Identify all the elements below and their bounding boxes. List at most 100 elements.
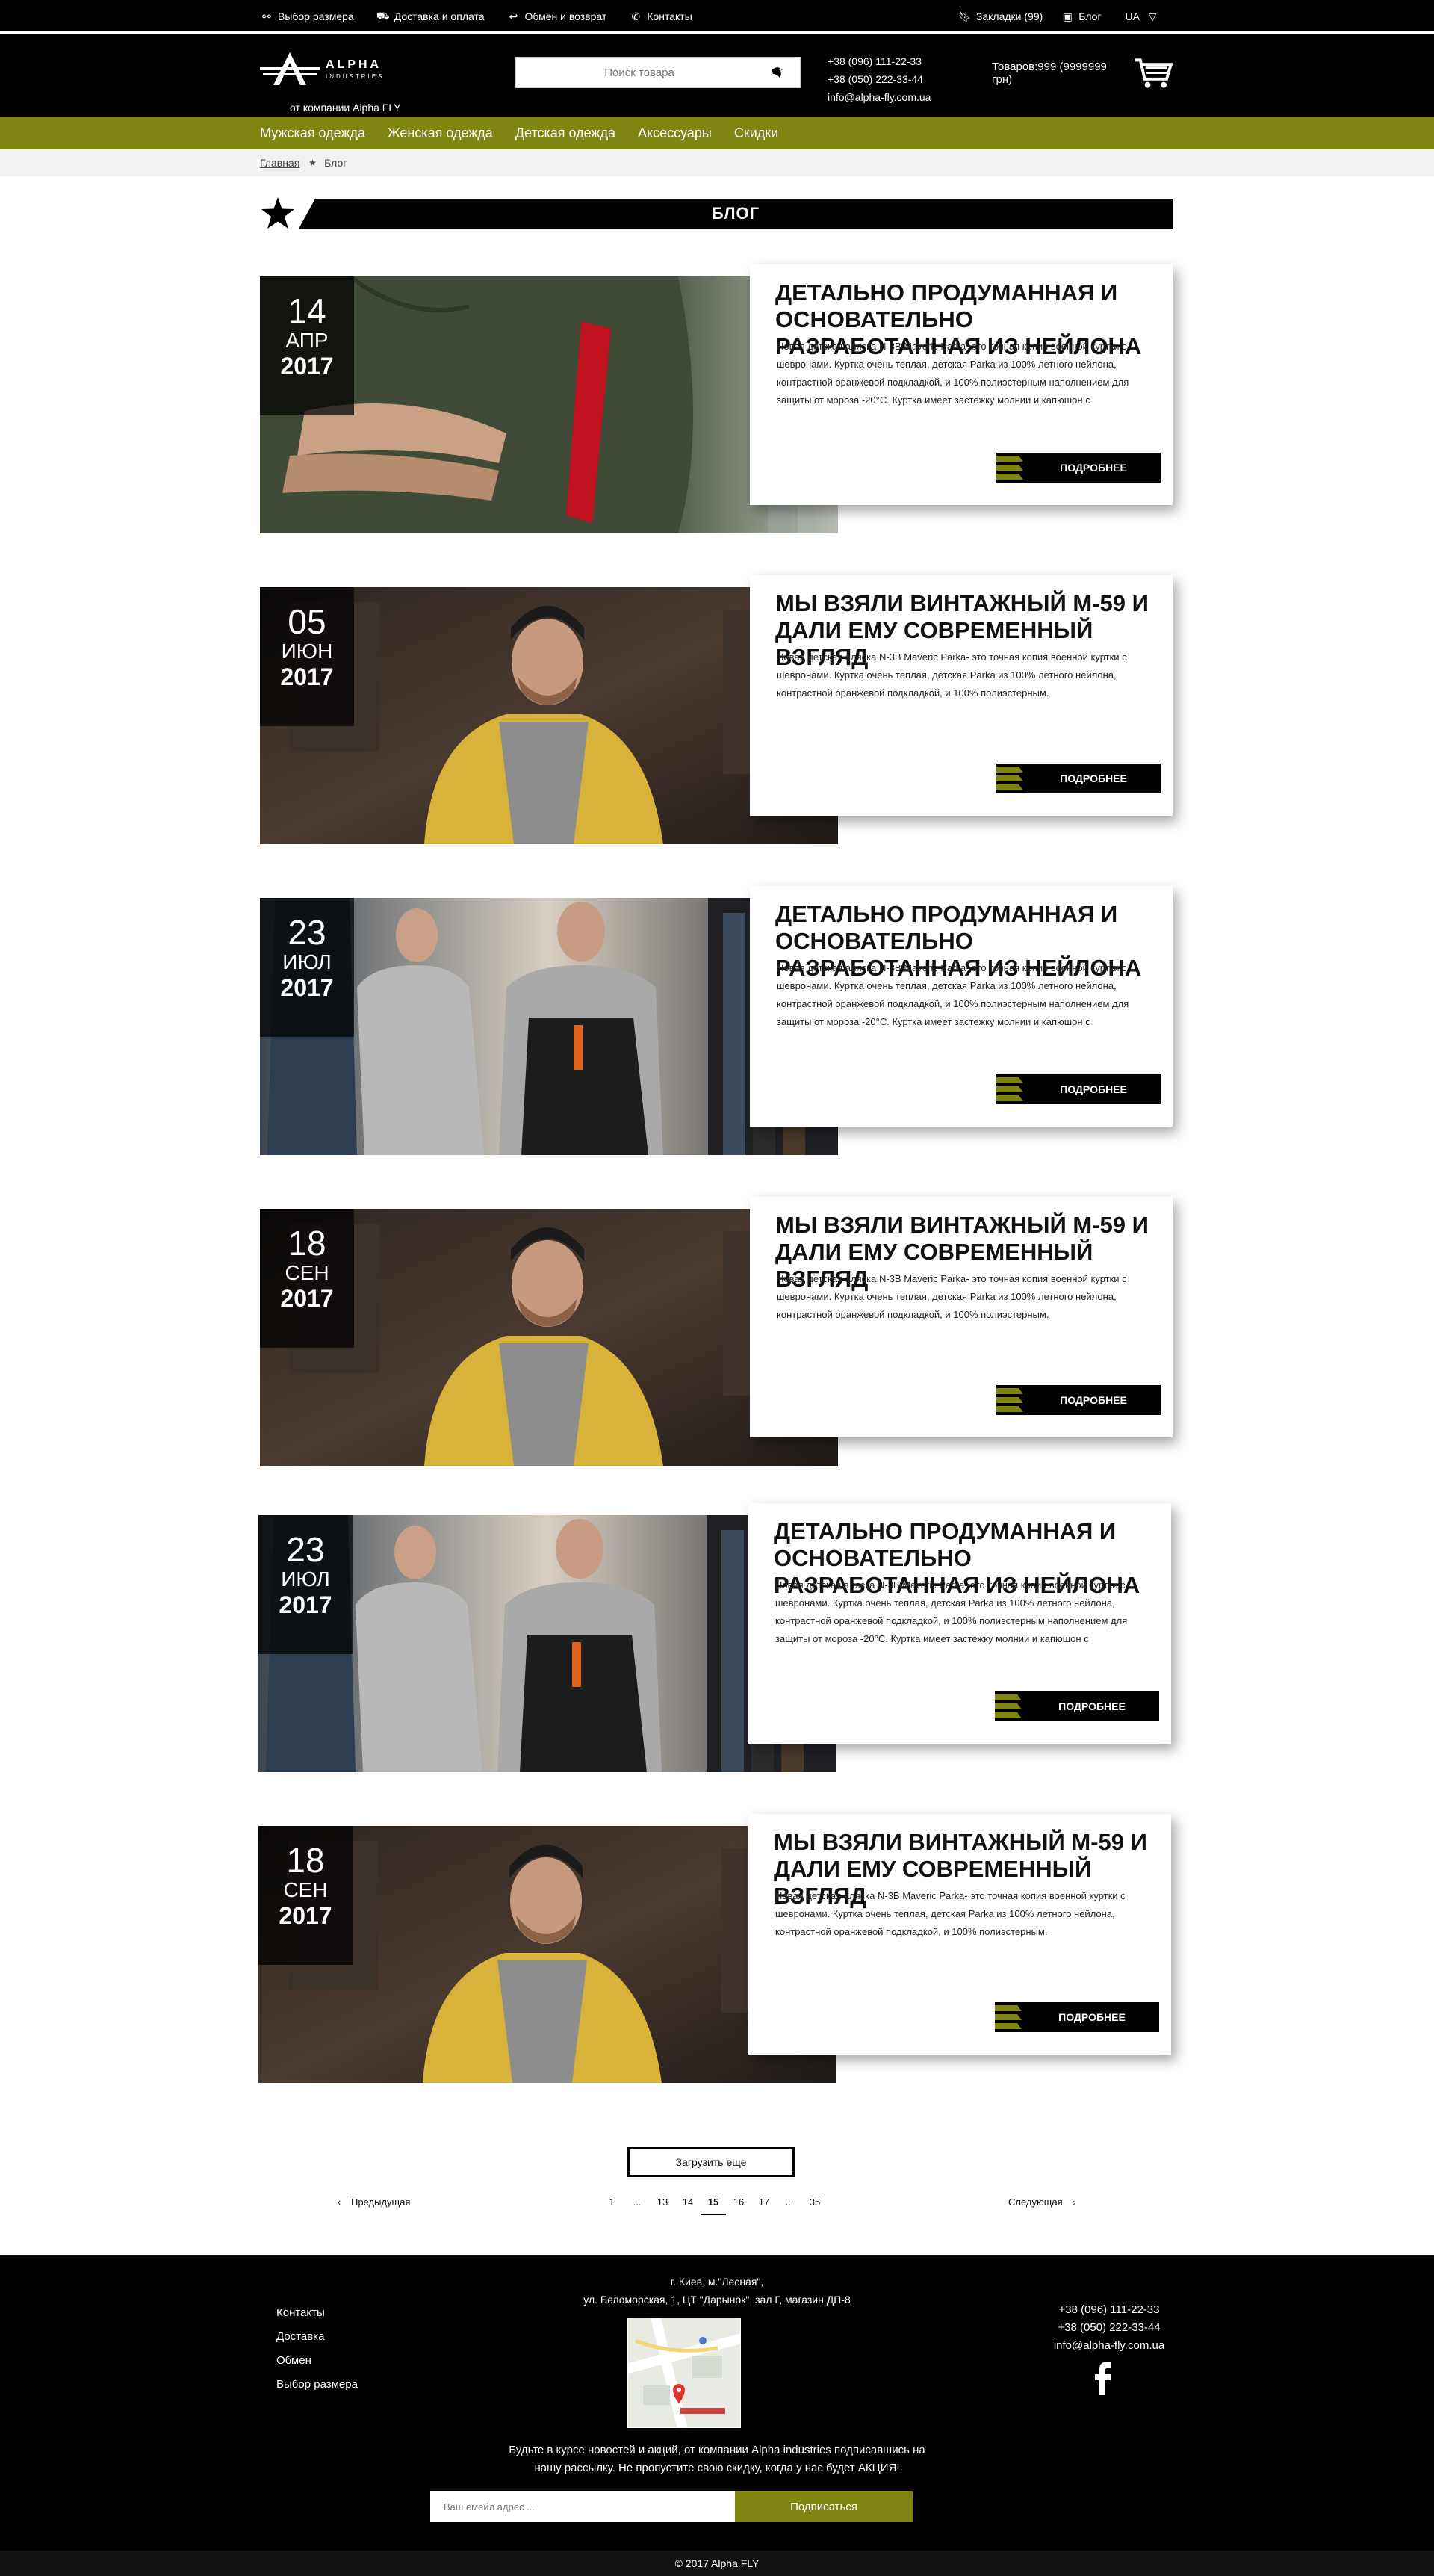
- nav-kids[interactable]: Детская одежда: [515, 126, 615, 141]
- star-separator-icon: ★: [308, 158, 317, 168]
- post-date: 14 АПР 2017: [260, 276, 354, 415]
- nav-sale[interactable]: Скидки: [734, 126, 778, 141]
- footer-map[interactable]: [627, 2318, 741, 2428]
- blog-link[interactable]: ▣ Блог: [1061, 10, 1102, 23]
- post-date-year: 2017: [280, 1285, 334, 1312]
- pagination-prev[interactable]: ‹ Предыдущая: [338, 2196, 410, 2208]
- blog-post: 23 ИЮЛ 2017 ДЕТАЛЬНО ПРОДУМАННАЯ И ОСНОВАТЕ…: [258, 1503, 1171, 1772]
- header-phone-1[interactable]: +38 (096) 111-22-33: [828, 52, 931, 70]
- read-more-button[interactable]: ПОДРОБНЕЕ: [995, 2002, 1159, 2032]
- post-date-month: СЕН: [283, 1878, 328, 1901]
- size-guide-label: Выбор размера: [278, 10, 354, 22]
- post-date: 23 ИЮЛ 2017: [260, 898, 354, 1037]
- post-date-day: 05: [288, 602, 326, 641]
- read-more-label: ПОДРОБНЕЕ: [1060, 462, 1127, 474]
- footer-links: Контакты Доставка Обмен Выбор размера: [276, 2301, 358, 2397]
- post-date-year: 2017: [279, 1591, 332, 1618]
- post-date: 18 СЕН 2017: [260, 1209, 354, 1348]
- language-value: UA: [1125, 10, 1140, 22]
- header-email[interactable]: info@alpha-fly.com.ua: [828, 88, 931, 106]
- post-card: ДЕТАЛЬНО ПРОДУМАННАЯ И ОСНОВАТЕЛЬНО РАЗР…: [750, 264, 1173, 505]
- post-date-month: ИЮН: [281, 640, 333, 663]
- phone-icon: ✆: [631, 10, 641, 22]
- logo-word: ALPHA: [326, 58, 382, 71]
- footer-link-delivery[interactable]: Доставка: [276, 2325, 358, 2349]
- pagination-page[interactable]: 1: [599, 2196, 624, 2215]
- pagination-page[interactable]: 17: [751, 2196, 777, 2215]
- email-field[interactable]: [430, 2491, 735, 2522]
- header-phone-2[interactable]: +38 (050) 222-33-44: [828, 70, 931, 88]
- pagination: ‹ Предыдущая 1... 13 14 15 16 17... 35 Следующ…: [260, 2189, 1173, 2219]
- pagination-page[interactable]: 13: [650, 2196, 675, 2215]
- read-more-button[interactable]: ПОДРОБНЕЕ: [996, 764, 1161, 793]
- post-date: 05 ИЮН 2017: [260, 587, 354, 726]
- nav-accessories[interactable]: Аксессуары: [638, 126, 712, 141]
- search-input[interactable]: [516, 58, 763, 87]
- pagination-page[interactable]: 35: [802, 2196, 828, 2215]
- language-select[interactable]: UA ▽: [1126, 10, 1164, 23]
- cart[interactable]: Товаров:999 (9999999 грн): [992, 57, 1173, 90]
- footer-link-contacts[interactable]: Контакты: [276, 2301, 358, 2325]
- pagination-ellipsis: ...: [785, 2196, 794, 2208]
- post-date-day: 18: [288, 1224, 326, 1263]
- pagination-page[interactable]: 16: [726, 2196, 751, 2215]
- return-icon: ↩: [509, 10, 518, 22]
- read-more-button[interactable]: ПОДРОБНЕЕ: [996, 1074, 1161, 1104]
- footer-link-size[interactable]: Выбор размера: [276, 2373, 358, 2397]
- post-excerpt: Новая детская аляска N-3B Maveric Parka-…: [777, 962, 1129, 1027]
- post-date-month: ИЮЛ: [282, 950, 332, 973]
- stripes-icon: [996, 1388, 1023, 1412]
- bookmarks-label: Закладки (99): [975, 10, 1043, 22]
- footer-contacts: +38 (096) 111-22-33 +38 (050) 222-33-44 …: [1023, 2301, 1195, 2355]
- search-box: [515, 57, 801, 88]
- bookmarks-link[interactable]: 🔖︎ Закладки (99): [958, 10, 1043, 23]
- breadcrumb-home[interactable]: Главная: [260, 157, 299, 169]
- post-excerpt: Новая детская аляска N-3B Maveric Parka-…: [777, 651, 1127, 699]
- footer-phone-2[interactable]: +38 (050) 222-33-44: [1023, 2319, 1195, 2337]
- size-icon: ⚯: [262, 10, 271, 22]
- footer-email[interactable]: info@alpha-fly.com.ua: [1023, 2337, 1195, 2355]
- nav-mens[interactable]: Мужская одежда: [260, 126, 365, 141]
- return-link[interactable]: ↩ Обмен и возврат: [506, 10, 607, 23]
- pagination-ellipsis: ...: [633, 2196, 642, 2208]
- post-card: МЫ ВЗЯЛИ ВИНТАЖНЫЙ М-59 И ДАЛИ ЕМУ СОВРЕ…: [750, 1197, 1173, 1437]
- stripes-icon: [996, 767, 1023, 790]
- blog-label: Блог: [1078, 10, 1102, 22]
- delivery-link[interactable]: ⛟ Доставка и оплата: [376, 10, 485, 24]
- footer-link-exchange[interactable]: Обмен: [276, 2349, 358, 2373]
- contacts-link[interactable]: ✆ Контакты: [629, 10, 692, 23]
- load-more-button[interactable]: Загрузить еще: [627, 2147, 795, 2177]
- footer-phone-1[interactable]: +38 (096) 111-22-33: [1023, 2301, 1195, 2319]
- blog-post: 05 ИЮН 2017 МЫ ВЗЯЛИ ВИНТАЖНЫЙ М-59 И ДАЛИ …: [260, 575, 1173, 844]
- pagination-pages: 1... 13 14 15 16 17... 35: [599, 2196, 828, 2215]
- subscribe-button[interactable]: Подписаться: [735, 2491, 913, 2522]
- logo-sub: INDUSTRIES: [326, 73, 385, 80]
- page-title-background: БЛОГ: [299, 199, 1173, 229]
- nav-womens[interactable]: Женская одежда: [388, 126, 493, 141]
- post-date: 23 ИЮЛ 2017: [258, 1515, 353, 1654]
- footer-address-line-2: ул. Беломорская, 1, ЦТ "Дарынок", зал Г,…: [583, 2294, 851, 2306]
- post-date-year: 2017: [279, 1902, 332, 1929]
- read-more-button[interactable]: ПОДРОБНЕЕ: [996, 1385, 1161, 1415]
- search-icon[interactable]: [763, 58, 792, 87]
- map-image: [628, 2318, 740, 2427]
- stripes-icon: [995, 2005, 1022, 2029]
- pagination-page[interactable]: 15: [701, 2196, 726, 2215]
- main-nav: Мужская одежда Женская одежда Детская од…: [0, 117, 1434, 149]
- post-card: ДЕТАЛЬНО ПРОДУМАННАЯ И ОСНОВАТЕЛЬНО РАЗР…: [748, 1503, 1171, 1744]
- read-more-label: ПОДРОБНЕЕ: [1058, 1700, 1126, 1712]
- header-contacts: +38 (096) 111-22-33 +38 (050) 222-33-44 …: [828, 52, 931, 106]
- post-date: 18 СЕН 2017: [258, 1826, 353, 1965]
- size-guide-link[interactable]: ⚯ Выбор размера: [260, 10, 354, 23]
- post-card: МЫ ВЗЯЛИ ВИНТАЖНЫЙ М-59 И ДАЛИ ЕМУ СОВРЕ…: [748, 1814, 1171, 2055]
- facebook-icon[interactable]: [1087, 2359, 1117, 2397]
- pagination-next[interactable]: Следующая ›: [1008, 2196, 1076, 2208]
- subscribe-text: Будьте в курсе новостей и акций, от комп…: [418, 2442, 1016, 2477]
- read-more-button[interactable]: ПОДРОБНЕЕ: [995, 1691, 1159, 1721]
- post-date-year: 2017: [280, 974, 334, 1001]
- pagination-page[interactable]: 14: [675, 2196, 701, 2215]
- site-logo[interactable]: ALPHA INDUSTRIES от компании Alpha FLY: [260, 48, 402, 114]
- truck-icon: ⛟: [376, 9, 390, 22]
- read-more-button[interactable]: ПОДРОБНЕЕ: [996, 453, 1161, 483]
- page-title-bar: БЛОГ: [260, 196, 1173, 232]
